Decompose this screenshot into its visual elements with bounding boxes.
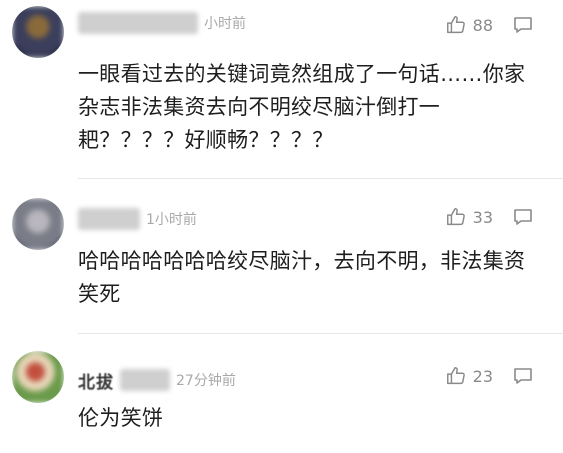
avatar[interactable] <box>12 351 64 403</box>
comment-text: 哈哈哈哈哈哈哈绞尽脑汁，去向不明，非法集资笑死 <box>78 249 526 306</box>
like-count: 88 <box>472 15 493 35</box>
username[interactable]: 北拔 27分钟前 <box>78 367 236 393</box>
username-text: 北拔 <box>78 372 114 393</box>
username-redacted <box>78 12 198 34</box>
avatar[interactable] <box>12 6 64 58</box>
comment-item: 小时前 88 一眼看过去的关键词竟然组成了一句话……你家杂志非法集资去向不明绞尽… <box>0 0 563 178</box>
comment-bubble-icon[interactable] <box>511 364 535 388</box>
comment-text: 一眼看过去的关键词竟然组成了一句话……你家杂志非法集资去向不明绞尽脑汁倒打一耙？… <box>78 62 526 152</box>
like-button[interactable]: 23 <box>445 363 493 389</box>
comment-bubble-icon[interactable] <box>511 205 535 229</box>
username-redacted <box>78 208 140 230</box>
username[interactable]: 小时前 <box>78 10 246 36</box>
comment-item: 北拔 27分钟前 23 伦为笑饼 <box>0 333 563 453</box>
like-button[interactable]: 88 <box>445 12 493 38</box>
thumbs-up-icon <box>446 16 465 34</box>
username[interactable]: 1小时前 <box>78 206 197 232</box>
thumbs-up-icon <box>446 367 465 385</box>
like-count: 23 <box>472 366 493 386</box>
timestamp: 小时前 <box>204 16 246 32</box>
username-redacted <box>120 369 170 391</box>
avatar[interactable] <box>12 198 64 250</box>
thumbs-up-icon <box>446 208 465 226</box>
comment-text: 伦为笑饼 <box>78 406 164 430</box>
comment-bubble-icon[interactable] <box>511 13 535 37</box>
like-count: 33 <box>472 207 493 227</box>
timestamp: 27分钟前 <box>176 373 236 389</box>
timestamp: 1小时前 <box>146 212 197 228</box>
comment-item: 1小时前 33 哈哈哈哈哈哈哈绞尽脑汁，去向不明，非法集资笑死 <box>0 178 563 333</box>
like-button[interactable]: 33 <box>445 204 493 230</box>
